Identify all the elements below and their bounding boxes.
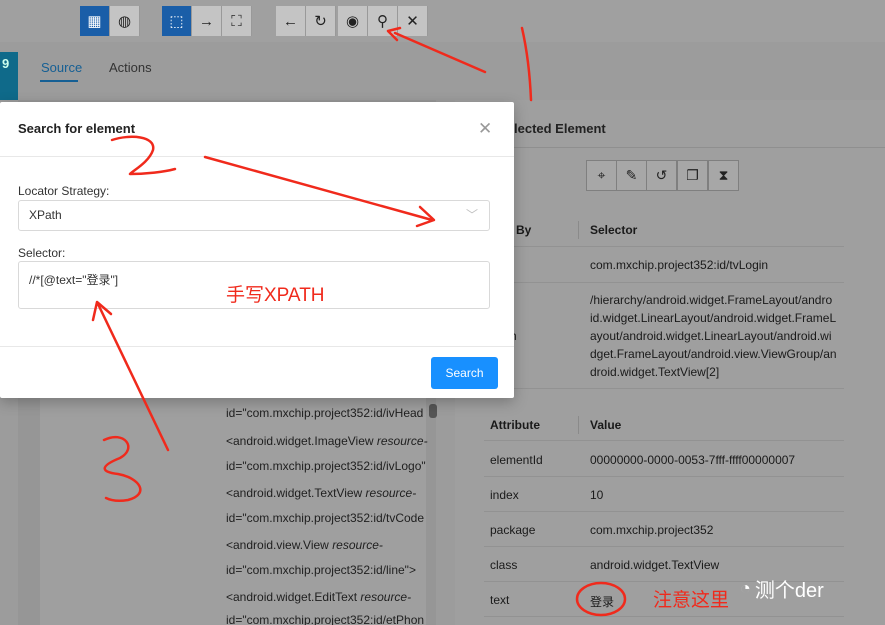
tap-by-coord-icon[interactable]: ⛶ [222,6,252,36]
modal-footer-divider [0,346,514,347]
search-element-modal [0,102,514,398]
xml-tree-line[interactable]: <android.widget.EditText resource- [226,590,411,604]
attribute-value: 10 [590,488,604,502]
tab-actions[interactable]: Actions [109,60,152,75]
attribute-value: android.widget.TextView [590,558,720,572]
copy-attributes-icon[interactable]: ❐ [677,160,708,191]
xml-tree-line[interactable]: <android.widget.ImageView resource- [226,434,428,448]
globe-icon[interactable]: ◍ [110,6,140,36]
search-button[interactable]: Search [431,357,498,389]
watermark-text: 测个der [754,580,824,602]
refresh-icon[interactable]: ↻ [306,6,336,36]
selector-value: ayout/android.widget.LinearLayout/androi… [590,329,832,343]
find-by-header: By [516,223,532,237]
attribute-name: package [490,523,536,537]
wechat-icon: ◔ [740,578,751,598]
attribute-value: com.mxchip.project352 [590,523,714,537]
attribute-name: index [490,488,519,502]
attribute-value: 00000000-0000-0053-7fff-ffff00000007 [590,453,796,467]
modal-header-divider [0,156,514,157]
selector-header: Selector [590,223,638,237]
attribute-name: text [490,593,510,607]
modal-title: Search for element [18,121,136,136]
clear-icon[interactable]: ↺ [646,160,677,191]
timing-icon[interactable]: ⧗ [708,160,739,191]
chevron-down-icon: ﹀ [466,208,479,222]
selector-input-value: //*[@text="登录"] [29,273,119,287]
selector-value: dget.FrameLayout/android.view.ViewGroup/… [590,347,837,361]
xml-tree-line[interactable]: id="com.mxchip.project352:id/line"> [226,563,416,577]
left-strip-badge: 9 [0,52,18,100]
column-divider [578,416,579,434]
selected-element-title: lected Element [514,121,606,136]
locator-strategy-select[interactable] [18,200,490,231]
selector-label: Selector: [18,246,66,260]
xml-tree-line[interactable]: id="com.mxchip.project352:id/etPhon [226,613,424,625]
value-header: Value [590,418,622,432]
selector-value: id.widget.LinearLayout/android.widget.Fr… [590,311,837,325]
handwritten-annotation: 手写XPATH [226,285,325,306]
locator-strategy-value: XPath [29,208,62,222]
back-icon[interactable]: ← [276,6,306,36]
tap-element-icon[interactable]: ⌖ [586,160,617,191]
active-tab-indicator [40,80,78,82]
selector-value: com.mxchip.project352:id/tvLogin [590,258,769,272]
select-icon[interactable]: ⬚ [162,6,192,36]
xml-tree-line[interactable]: <android.view.View resource- [226,538,383,552]
locator-strategy-label: Locator Strategy: [18,184,110,198]
selector-value: droid.widget.TextView[2] [590,365,720,379]
attribute-value: 登录 [590,595,615,609]
xml-scrollbar[interactable] [429,404,437,418]
xml-tree-line[interactable]: id="com.mxchip.project352:id/ivLogo" [226,459,426,473]
selector-value: /hierarchy/android.widget.FrameLayout/an… [590,293,833,307]
tab-source[interactable]: Source [41,60,82,75]
attribute-name: elementId [490,453,543,467]
close-icon[interactable]: ✕ [478,119,492,139]
attribute-name: class [490,558,518,572]
table-row [484,477,844,512]
close-icon[interactable]: ✕ [398,6,428,36]
watermark: ◔ 测个der [740,574,824,603]
selector-table-header [484,215,844,247]
note-annotation: 注意这里 [653,590,730,611]
xml-tree-line[interactable]: <android.widget.TextView resource- [226,486,416,500]
column-divider [578,221,579,239]
attribute-header: Attribute [490,418,540,432]
xml-tree-line[interactable]: id="com.mxchip.project352:id/ivHead [226,406,423,420]
swipe-icon[interactable]: → [192,6,222,36]
eye-icon[interactable]: ◉ [338,6,368,36]
search-icon[interactable]: ⚲ [368,6,398,36]
grid-icon[interactable]: ▦ [80,6,110,36]
send-keys-icon[interactable]: ✎ [616,160,647,191]
xml-tree-line[interactable]: id="com.mxchip.project352:id/tvCode [226,511,424,525]
